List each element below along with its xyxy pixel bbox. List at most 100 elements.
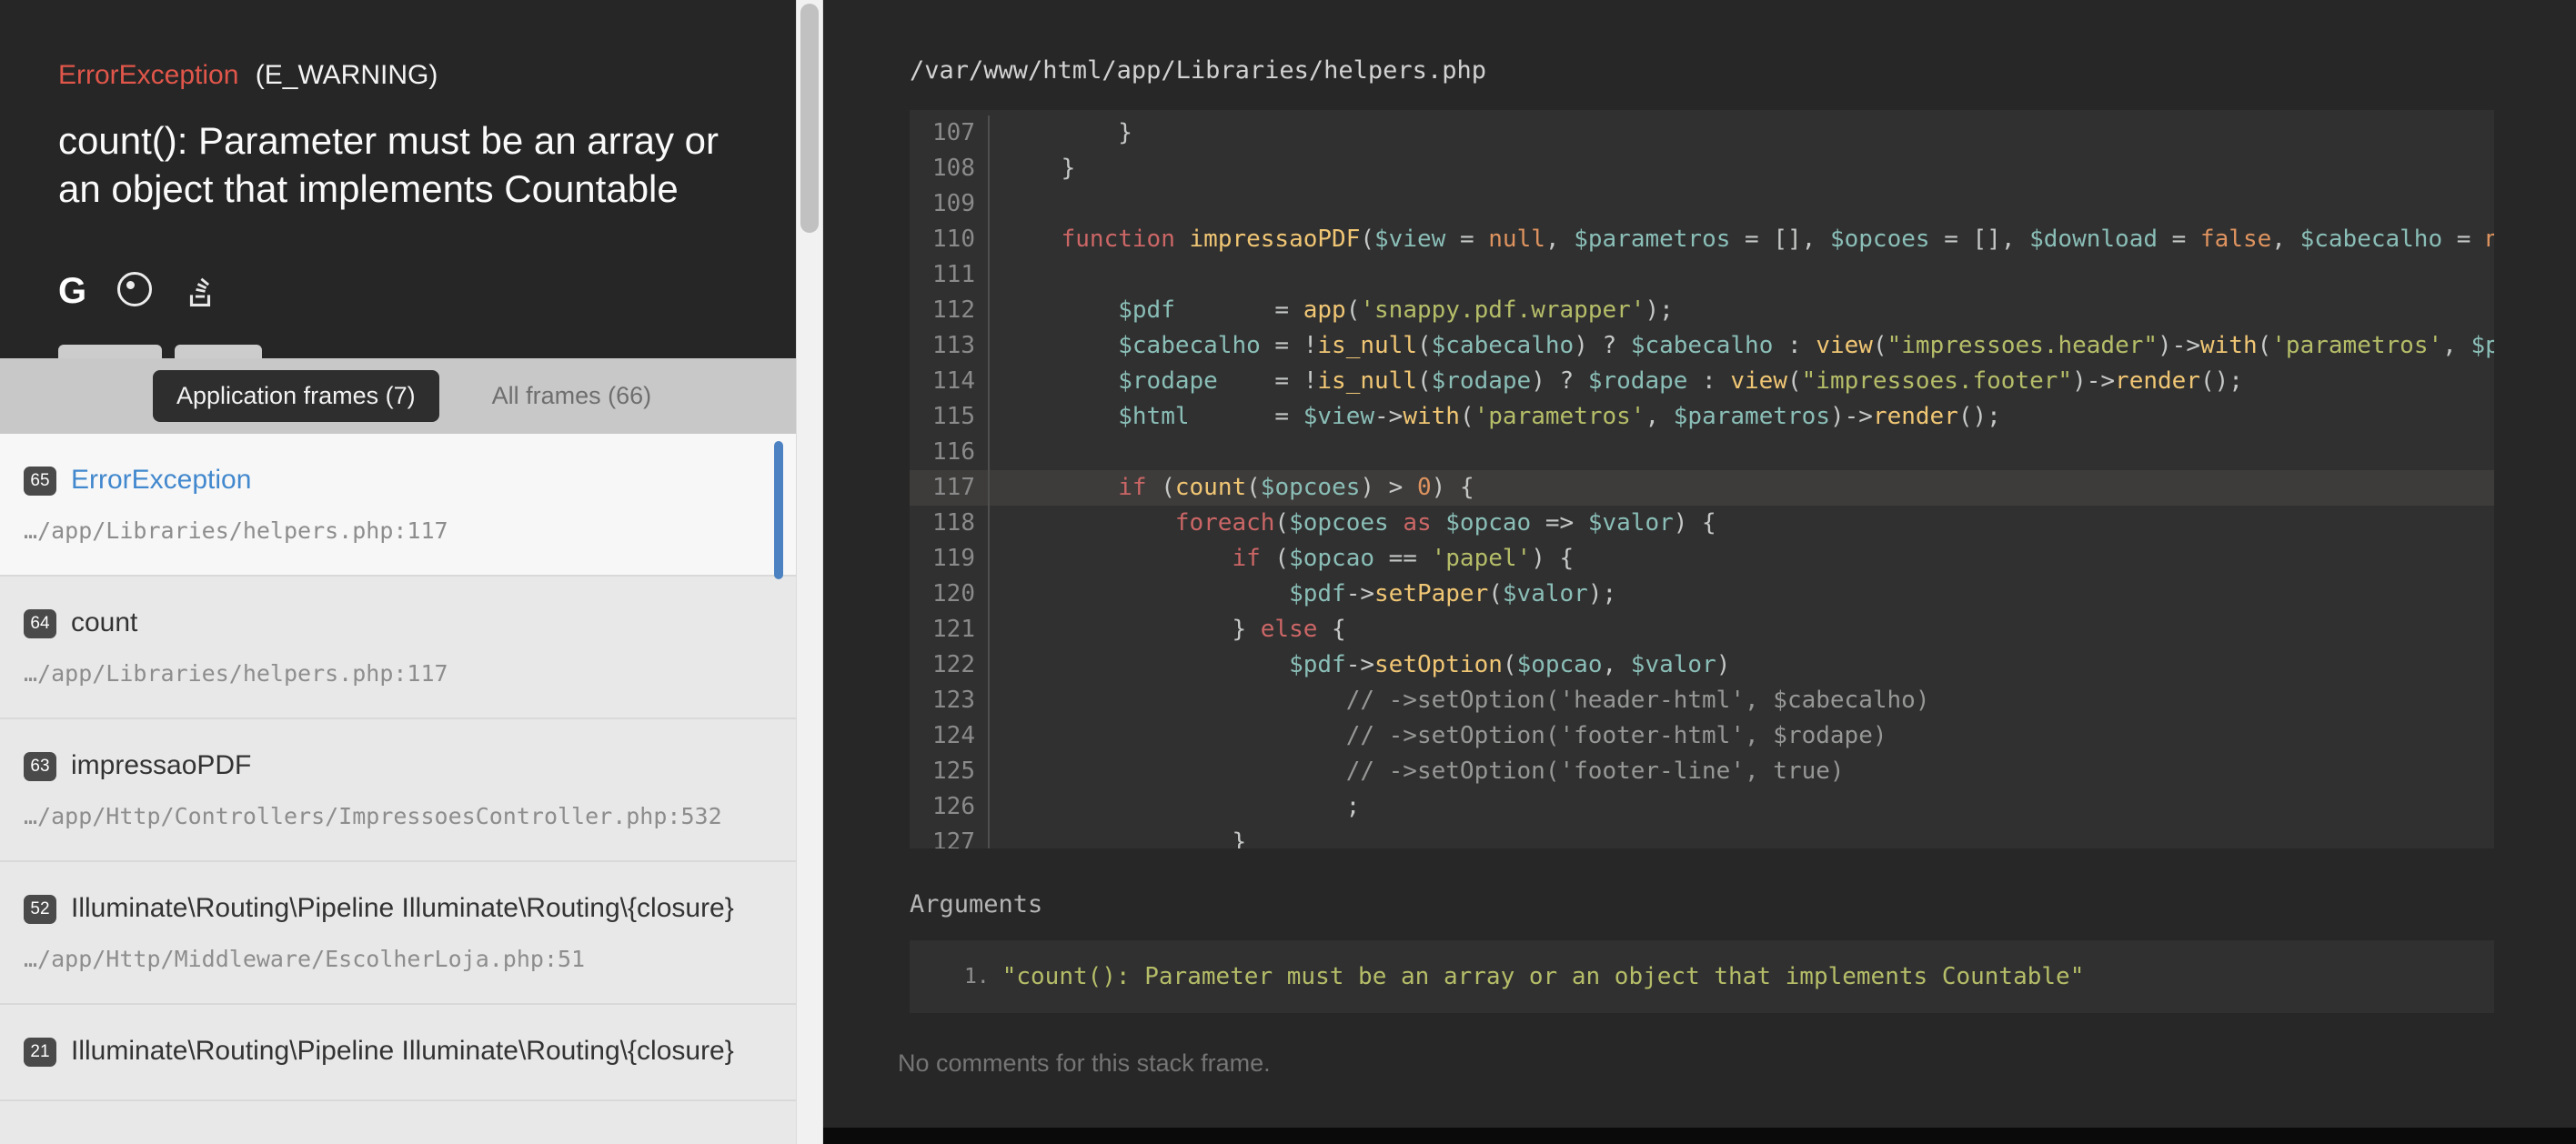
- header-button-stub: [175, 345, 262, 358]
- code-text: [990, 435, 2494, 470]
- code-line: 116: [910, 435, 2494, 470]
- code-line: 118 foreach($opcoes as $opcao => $valor)…: [910, 506, 2494, 541]
- frame-title: count: [71, 606, 137, 640]
- line-number: 112: [910, 293, 988, 328]
- code-line: 110 function impressaoPDF($view = null, …: [910, 222, 2494, 257]
- code-line: 107 }: [910, 115, 2494, 151]
- frame-index-badge: 52: [24, 895, 56, 924]
- tab-application-frames[interactable]: Application frames (7): [153, 370, 439, 422]
- line-number: 122: [910, 647, 988, 683]
- line-number: 113: [910, 328, 988, 364]
- line-number: 110: [910, 222, 988, 257]
- code-text: if ($opcao == 'papel') {: [990, 541, 2494, 577]
- line-number: 121: [910, 612, 988, 647]
- line-number: 124: [910, 718, 988, 754]
- exception-class-name: ErrorException: [58, 60, 238, 90]
- argument-index: 1.: [964, 960, 990, 993]
- line-number: 116: [910, 435, 988, 470]
- code-line: 111: [910, 257, 2494, 293]
- code-view[interactable]: 107 }108 }109110 function impressaoPDF($…: [910, 110, 2494, 848]
- frame-item[interactable]: 21 Illuminate\Routing\Pipeline Illuminate…: [0, 1005, 796, 1101]
- line-number: 125: [910, 754, 988, 789]
- line-number: 109: [910, 186, 988, 222]
- sidebar-scrollbar-track[interactable]: [796, 0, 823, 1144]
- code-text: foreach($opcoes as $opcao => $valor) {: [990, 506, 2494, 541]
- search-links-row: G: [58, 269, 217, 313]
- frame-path: …/app/Libraries/helpers.php:117: [24, 660, 756, 687]
- code-text: $pdf->setOption($opcao, $valor): [990, 647, 2494, 683]
- code-line-highlighted: 117 if (count($opcoes) > 0) {: [910, 470, 2494, 506]
- code-text: ;: [990, 789, 2494, 825]
- argument-item: 1. "count(): Parameter must be an array o…: [910, 960, 2494, 993]
- code-text: function impressaoPDF($view = null, $par…: [990, 222, 2494, 257]
- exception-class-row: ErrorException (E_WARNING): [58, 60, 438, 91]
- code-line: 109: [910, 186, 2494, 222]
- tab-all-frames[interactable]: All frames (66): [487, 381, 658, 411]
- duckduckgo-icon[interactable]: [117, 272, 152, 311]
- line-number: 115: [910, 399, 988, 435]
- code-text: $html = $view->with('parametros', $param…: [990, 399, 2494, 435]
- line-number: 117: [910, 470, 988, 506]
- arguments-label: Arguments: [910, 890, 2494, 918]
- header-button-stub: [58, 345, 162, 358]
- google-icon[interactable]: G: [58, 269, 86, 313]
- code-line: 114 $rodape = !is_null($rodape) ? $rodap…: [910, 364, 2494, 399]
- duckduckgo-circle: [117, 272, 152, 306]
- code-text: }: [990, 115, 2494, 151]
- frame-index-badge: 64: [24, 609, 56, 638]
- line-number: 127: [910, 825, 988, 848]
- comments-note: No comments for this stack frame.: [898, 1049, 2494, 1078]
- code-line: 125 // ->setOption('footer-line', true): [910, 754, 2494, 789]
- argument-value: "count(): Parameter must be an array or …: [1002, 960, 2085, 993]
- code-line: 115 $html = $view->with('parametros', $p…: [910, 399, 2494, 435]
- frame-item[interactable]: 63 impressaoPDF …/app/Http/Controllers/Imp…: [0, 719, 796, 862]
- exception-sidebar: ErrorException (E_WARNING) count(): Para…: [0, 0, 796, 1144]
- code-line: 112 $pdf = app('snappy.pdf.wrapper');: [910, 293, 2494, 328]
- code-text: [990, 186, 2494, 222]
- line-number: 126: [910, 789, 988, 825]
- code-text: $pdf->setPaper($valor);: [990, 577, 2494, 612]
- file-path: /var/www/html/app/Libraries/helpers.php: [910, 56, 2494, 85]
- line-number: 107: [910, 115, 988, 151]
- frame-index-badge: 21: [24, 1038, 56, 1067]
- bottom-bar: [823, 1128, 2576, 1144]
- frame-title: Illuminate\Routing\Pipeline Illuminate\R…: [71, 1034, 734, 1069]
- code-line: 120 $pdf->setPaper($valor);: [910, 577, 2494, 612]
- code-text: if (count($opcoes) > 0) {: [990, 470, 2494, 506]
- frames-scrollbar-thumb[interactable]: [774, 441, 783, 579]
- line-number: 114: [910, 364, 988, 399]
- line-number: 119: [910, 541, 988, 577]
- code-line: 126 ;: [910, 789, 2494, 825]
- frame-path: …/app/Libraries/helpers.php:117: [24, 517, 756, 544]
- code-line: 121 } else {: [910, 612, 2494, 647]
- frame-item[interactable]: 64 count …/app/Libraries/helpers.php:117: [0, 577, 796, 719]
- stack-frame-details: /var/www/html/app/Libraries/helpers.php …: [823, 0, 2576, 1144]
- code-line: 127 }: [910, 825, 2494, 848]
- code-text: $pdf = app('snappy.pdf.wrapper');: [990, 293, 2494, 328]
- code-text: } else {: [990, 612, 2494, 647]
- line-number: 118: [910, 506, 988, 541]
- code-line: 124 // ->setOption('footer-html', $rodap…: [910, 718, 2494, 754]
- frame-path: …/app/Http/Middleware/EscolherLoja.php:5…: [24, 946, 756, 972]
- code-line: 119 if ($opcao == 'papel') {: [910, 541, 2494, 577]
- code-line: 113 $cabecalho = !is_null($cabecalho) ? …: [910, 328, 2494, 364]
- frame-item[interactable]: 65ErrorException…/app/Libraries/helpers.…: [0, 434, 796, 577]
- line-number: 108: [910, 151, 988, 186]
- frame-item[interactable]: 52 Illuminate\Routing\Pipeline Illuminate…: [0, 862, 796, 1005]
- line-number: 123: [910, 683, 988, 718]
- arguments-list: 1. "count(): Parameter must be an array o…: [910, 940, 2494, 1013]
- sidebar-scrollbar-thumb[interactable]: [800, 4, 819, 233]
- frame-index-badge: 63: [24, 752, 56, 781]
- line-number: 120: [910, 577, 988, 612]
- stackoverflow-icon[interactable]: [183, 270, 217, 313]
- frames-tabs-bar: Application frames (7) All frames (66): [0, 358, 796, 434]
- frame-path: …/app/Http/Controllers/ImpressoesControl…: [24, 803, 756, 829]
- code-text: // ->setOption('footer-html', $rodape): [990, 718, 2494, 754]
- code-text: // ->setOption('footer-line', true): [990, 754, 2494, 789]
- frame-title: Illuminate\Routing\Pipeline Illuminate\R…: [71, 891, 734, 926]
- code-text: }: [990, 151, 2494, 186]
- frame-title: ErrorException: [71, 463, 251, 497]
- frame-title: impressaoPDF: [71, 748, 251, 783]
- frames-list: 65ErrorException…/app/Libraries/helpers.…: [0, 434, 796, 1144]
- code-text: // ->setOption('header-html', $cabecalho…: [990, 683, 2494, 718]
